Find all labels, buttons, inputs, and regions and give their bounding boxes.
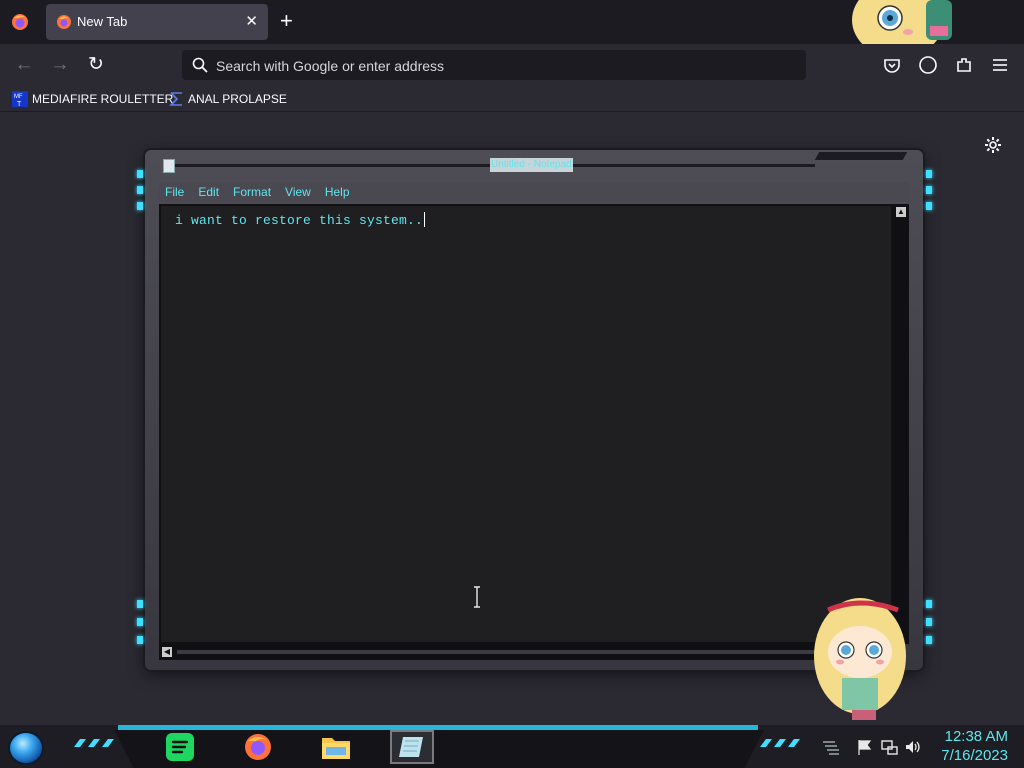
frame-accent bbox=[137, 618, 143, 626]
taskbar-chevrons-left bbox=[74, 739, 114, 747]
account-icon[interactable] bbox=[918, 55, 938, 75]
gear-icon[interactable] bbox=[983, 135, 1003, 155]
start-button[interactable] bbox=[8, 731, 44, 765]
bookmark-label: ANAL PROLAPSE bbox=[188, 92, 287, 106]
address-placeholder: Search with Google or enter address bbox=[216, 58, 445, 74]
notepad-icon bbox=[399, 737, 423, 757]
volume-icon[interactable] bbox=[904, 738, 922, 756]
new-tab-button[interactable]: + bbox=[280, 10, 293, 32]
address-bar[interactable]: Search with Google or enter address bbox=[182, 50, 806, 80]
show-desktop-icon[interactable] bbox=[822, 738, 840, 756]
spotify-icon bbox=[166, 733, 194, 761]
notepad-icon bbox=[163, 159, 175, 173]
mediafire-icon: MF T bbox=[12, 91, 28, 107]
tab-new-tab[interactable]: New Tab ✕ bbox=[46, 4, 268, 40]
horizontal-scrollbar[interactable]: ◀ bbox=[159, 644, 893, 660]
notepad-content: i want to restore this system.. bbox=[175, 213, 424, 228]
search-icon bbox=[192, 57, 208, 73]
action-center-flag-icon[interactable] bbox=[856, 738, 874, 756]
svg-text:MF: MF bbox=[14, 94, 23, 100]
forward-button[interactable]: → bbox=[50, 55, 70, 75]
taskbar-notepad[interactable] bbox=[390, 730, 434, 764]
clock-time: 12:38 AM bbox=[944, 728, 1008, 745]
tab-strip: New Tab ✕ + bbox=[0, 0, 1024, 58]
notepad-title: Untitled - Notepad bbox=[490, 158, 573, 172]
bookmark-mediafire-rouletter[interactable]: MF T MEDIAFIRE ROULETTER bbox=[12, 90, 173, 108]
tab-title: New Tab bbox=[77, 14, 128, 29]
frame-accent bbox=[137, 202, 143, 210]
frame-accent bbox=[926, 186, 932, 194]
frame-accent bbox=[926, 618, 932, 626]
taskbar-accent-strip bbox=[118, 725, 758, 730]
frame-accent bbox=[137, 170, 143, 178]
mouse-ibeam-cursor bbox=[474, 586, 480, 608]
taskbar-spotify[interactable] bbox=[158, 730, 202, 764]
notepad-titlebar[interactable]: Untitled - Notepad bbox=[145, 150, 923, 180]
hamburger-menu-icon[interactable] bbox=[990, 55, 1010, 75]
bookmark-label: MEDIAFIRE ROULETTER bbox=[32, 92, 174, 106]
titlebar-notch bbox=[814, 152, 908, 160]
clock-date: 7/16/2023 bbox=[941, 747, 1008, 764]
scroll-left-icon[interactable]: ◀ bbox=[162, 647, 172, 657]
scroll-up-icon[interactable]: ▲ bbox=[896, 207, 906, 217]
menu-help[interactable]: Help bbox=[325, 185, 350, 199]
frame-accent bbox=[137, 636, 143, 644]
notepad-window: Untitled - Notepad File Edit Format View… bbox=[145, 150, 923, 670]
reload-button[interactable]: ↻ bbox=[86, 55, 106, 75]
navigation-toolbar: ← → ↻ Search with Google or enter addres… bbox=[0, 44, 1024, 86]
menu-edit[interactable]: Edit bbox=[198, 185, 219, 199]
firefox-icon bbox=[57, 15, 71, 29]
firefox-icon bbox=[245, 734, 271, 760]
taskbar-firefox[interactable] bbox=[236, 730, 280, 764]
network-icon[interactable] bbox=[880, 738, 898, 756]
notepad-menubar: File Edit Format View Help bbox=[159, 182, 909, 202]
back-button[interactable]: ← bbox=[14, 55, 34, 75]
extensions-icon[interactable] bbox=[954, 55, 974, 75]
taskbar-chevrons-right bbox=[760, 739, 800, 747]
notepad-text-area[interactable]: i want to restore this system.. bbox=[159, 204, 893, 644]
text-caret bbox=[424, 212, 426, 227]
vertical-scrollbar[interactable]: ▲ bbox=[893, 204, 909, 644]
frame-accent bbox=[926, 202, 932, 210]
menu-file[interactable]: File bbox=[165, 185, 184, 199]
bookmark-anal-prolapse[interactable]: ANAL PROLAPSE bbox=[168, 90, 287, 108]
taskbar-file-explorer[interactable] bbox=[314, 730, 358, 764]
menu-format[interactable]: Format bbox=[233, 185, 271, 199]
system-clock[interactable]: 12:38 AM 7/16/2023 bbox=[941, 727, 1008, 765]
pocket-icon[interactable] bbox=[882, 55, 902, 75]
taskbar-track bbox=[114, 730, 764, 768]
menu-view[interactable]: View bbox=[285, 185, 311, 199]
frame-accent bbox=[137, 600, 143, 608]
bookmarks-toolbar: MF T MEDIAFIRE ROULETTER ANAL PROLAPSE bbox=[0, 86, 1024, 112]
frame-accent bbox=[926, 636, 932, 644]
bookmark-sigma-icon bbox=[169, 92, 182, 106]
tab-close-icon[interactable]: ✕ bbox=[245, 13, 258, 31]
file-explorer-icon bbox=[322, 738, 350, 759]
firefox-view-icon[interactable] bbox=[10, 12, 30, 32]
svg-text:T: T bbox=[17, 101, 22, 107]
scroll-track bbox=[177, 650, 817, 654]
mascot-sticker-bottom bbox=[814, 598, 906, 720]
frame-accent bbox=[926, 170, 932, 178]
frame-accent bbox=[926, 600, 932, 608]
frame-accent bbox=[137, 186, 143, 194]
